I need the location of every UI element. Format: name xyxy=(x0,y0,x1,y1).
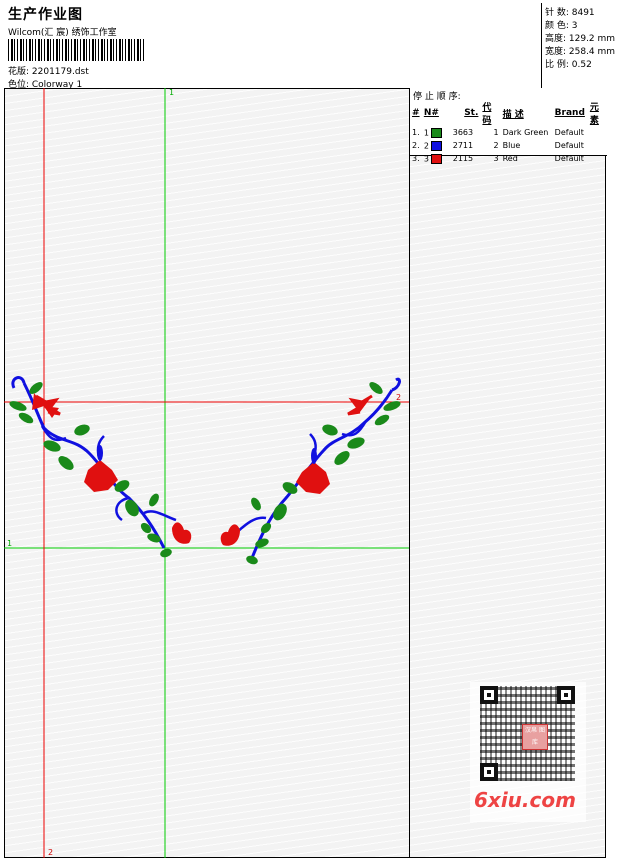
qr-code: 汉帛 图库 xyxy=(480,686,575,781)
row-brand: Default xyxy=(554,128,584,137)
row-description: Dark Green xyxy=(502,128,549,137)
col-brand: Brand xyxy=(554,108,585,118)
col-stitches: St. xyxy=(464,108,479,118)
row-code: 3 xyxy=(493,154,499,163)
qr-logo-icon: 汉帛 图库 xyxy=(522,724,548,750)
stats-panel: 针 数: 8491 颜 色: 3 高度: 129.2 mm 宽度: 258.4 … xyxy=(541,3,615,89)
row-stitches: 2115 xyxy=(452,154,474,163)
row-element xyxy=(588,152,607,165)
col-code: 代 码 xyxy=(482,103,492,126)
embroidery-preview xyxy=(4,88,409,858)
row-code: 1 xyxy=(493,128,499,137)
row-number: 1 xyxy=(423,128,429,137)
watermark: 汉帛 图库 6xiu.com xyxy=(470,682,586,822)
row-index: 1. xyxy=(412,128,420,137)
row-number: 2 xyxy=(423,141,429,150)
row-index: 3. xyxy=(412,154,420,163)
row-description: Blue xyxy=(502,141,521,150)
row-element xyxy=(588,126,607,139)
table-row: 2. 2 2711 2 Blue Default xyxy=(410,139,607,152)
green-horizontal-guide-label: 1 xyxy=(7,539,13,548)
red-vertical-guide-label: 2 xyxy=(48,848,54,857)
green-vertical-guide-label: 1 xyxy=(169,88,175,97)
header-panel: 生产作业图 Wilcom(汇 宸) 绣饰工作室 花版: 2201179.dst … xyxy=(4,3,541,90)
barcode xyxy=(8,39,146,61)
red-horizontal-guide-label: 2 xyxy=(396,393,402,402)
col-description: 描 述 xyxy=(502,109,524,120)
right-garland xyxy=(220,377,401,565)
thread-color-swatch xyxy=(431,127,443,138)
design-file-label: 花版: 2201179.dst xyxy=(8,67,89,77)
watermark-text: 6xiu.com xyxy=(474,788,576,812)
row-code: 2 xyxy=(493,141,499,150)
company-name: Wilcom(汇 宸) 绣饰工作室 xyxy=(8,28,117,38)
row-brand: Default xyxy=(554,141,584,150)
stop-sequence-header: 停 止 顺 序: # N# St. 代 码 描 述 Brand 元 素 1. 1… xyxy=(410,88,607,164)
table-row: 3. 3 2115 3 Red Default xyxy=(410,152,607,165)
row-description: Red xyxy=(502,154,518,163)
row-number: 3 xyxy=(423,154,429,163)
stitch-count: 针 数: 8491 xyxy=(545,8,595,18)
design-height: 高度: 129.2 mm xyxy=(545,34,616,44)
col-index: # xyxy=(412,108,420,118)
row-element xyxy=(588,139,607,152)
design-width: 宽度: 258.4 mm xyxy=(545,47,616,57)
col-element: 元 素 xyxy=(589,103,599,126)
color-sequence-table: # N# St. 代 码 描 述 Brand 元 素 1. 1 3663 1 D… xyxy=(410,100,607,165)
left-garland xyxy=(9,376,192,558)
thread-color-swatch xyxy=(431,153,443,164)
row-index: 2. xyxy=(412,141,420,150)
table-row: 1. 1 3663 1 Dark Green Default xyxy=(410,126,607,139)
row-brand: Default xyxy=(554,154,584,163)
table-header-row: # N# St. 代 码 描 述 Brand 元 素 xyxy=(410,100,607,126)
row-stitches: 3663 xyxy=(452,128,474,137)
page-title: 生产作业图 xyxy=(8,7,83,23)
color-count: 颜 色: 3 xyxy=(545,21,578,31)
col-number: N# xyxy=(423,108,439,118)
row-stitches: 2711 xyxy=(452,141,474,150)
thread-color-swatch xyxy=(431,140,443,151)
design-canvas: 1 1 2 2 xyxy=(4,88,409,858)
design-scale: 比 例: 0.52 xyxy=(545,60,592,70)
